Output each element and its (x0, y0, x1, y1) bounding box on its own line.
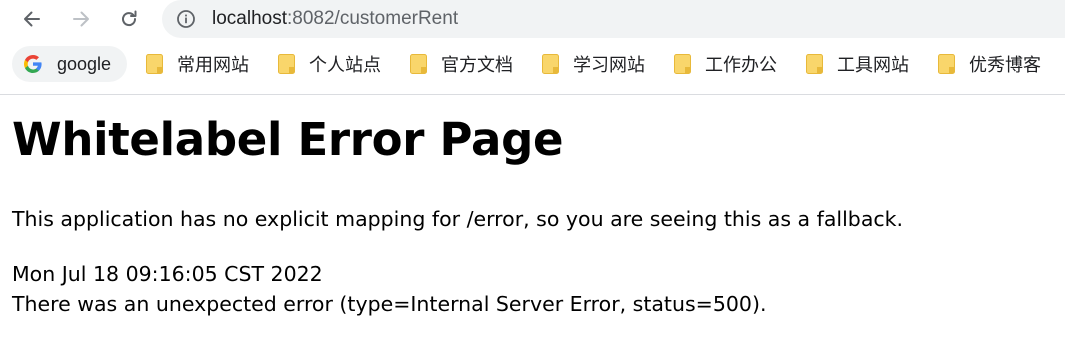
bookmark-label: 官方文档 (441, 55, 513, 75)
browser-toolbar: localhost:8082/customerRent (0, 0, 1065, 38)
folder-icon (410, 54, 427, 74)
bookmarks-bar: google 常用网站 个人站点 官方文档 学习网站 工作办公 工具网站 优秀博… (0, 38, 1065, 95)
error-timestamp: Mon Jul 18 09:16:05 CST 2022 (12, 262, 323, 286)
forward-button[interactable] (66, 4, 96, 34)
bookmark-label: 学习网站 (573, 55, 645, 75)
error-message: This application has no explicit mapping… (12, 207, 904, 231)
bookmark-label: 工作办公 (705, 55, 777, 75)
bookmark-folder-docs[interactable]: 官方文档 (410, 46, 513, 82)
folder-icon (278, 54, 295, 74)
reload-button[interactable] (114, 4, 144, 34)
bookmark-folder-work[interactable]: 工作办公 (674, 46, 777, 82)
bookmark-label: 优秀博客 (969, 55, 1041, 75)
bookmark-folder-learning[interactable]: 学习网站 (542, 46, 645, 82)
address-bar[interactable]: localhost:8082/customerRent (162, 0, 1065, 38)
folder-icon (674, 54, 691, 74)
folder-icon (146, 54, 163, 74)
bookmark-label: 个人站点 (309, 55, 381, 75)
url-host: localhost (212, 8, 287, 29)
bookmark-label: 工具网站 (837, 55, 909, 75)
bookmark-label: google (57, 53, 112, 74)
back-button[interactable] (17, 4, 47, 34)
reload-icon (122, 10, 137, 27)
folder-icon (938, 54, 955, 74)
bookmark-label: 常用网站 (177, 55, 249, 75)
folder-icon (806, 54, 823, 74)
bookmark-folder-personal[interactable]: 个人站点 (278, 46, 381, 82)
bookmark-google[interactable]: google (12, 46, 127, 82)
page-title: Whitelabel Error Page (12, 113, 564, 166)
bookmark-folder-tools[interactable]: 工具网站 (806, 46, 909, 82)
folder-icon (542, 54, 559, 74)
google-icon (24, 55, 42, 73)
error-detail: There was an unexpected error (type=Inte… (12, 292, 767, 316)
url-path: :8082/customerRent (287, 8, 459, 29)
arrow-left-icon (24, 11, 40, 27)
info-icon[interactable] (176, 9, 196, 29)
arrow-right-icon (73, 11, 89, 27)
url-text[interactable]: localhost:8082/customerRent (212, 7, 458, 31)
bookmark-folder-blogs[interactable]: 优秀博客 (938, 46, 1041, 82)
bookmark-folder-common[interactable]: 常用网站 (146, 46, 249, 82)
